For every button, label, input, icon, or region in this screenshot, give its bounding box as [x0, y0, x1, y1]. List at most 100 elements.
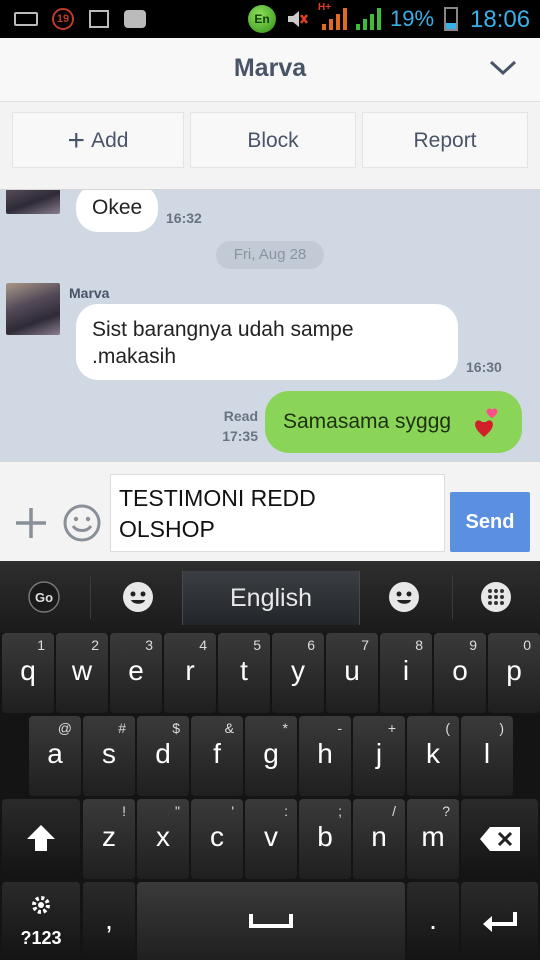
key-label: . — [429, 904, 437, 935]
key-f[interactable]: & f — [191, 716, 243, 796]
key-secondary-label: 7 — [361, 637, 369, 653]
signal-icon — [322, 8, 347, 30]
key-label: o — [452, 655, 468, 686]
key-secondary-label: / — [392, 803, 396, 819]
keyboard-toolbar: Go English — [0, 561, 540, 633]
read-receipt: Read 17:35 — [222, 406, 258, 446]
period-key[interactable]: . — [407, 882, 459, 960]
key-p[interactable]: 0p — [488, 633, 540, 713]
key-j[interactable]: + j — [353, 716, 405, 796]
key-a[interactable]: @ a — [29, 716, 81, 796]
key-g[interactable]: * g — [245, 716, 297, 796]
key-label: c — [210, 821, 224, 852]
send-button[interactable]: Send — [450, 492, 530, 552]
emoji-face-icon[interactable] — [122, 581, 154, 613]
key-s[interactable]: # s — [83, 716, 135, 796]
key-m[interactable]: ? m — [407, 799, 459, 879]
chat-area[interactable]: Okee 16:32 Fri, Aug 28 Marva Sist barang… — [0, 190, 540, 461]
svg-text:Go: Go — [35, 590, 53, 605]
contact-actions: + Add Block Report — [0, 102, 540, 190]
key-l[interactable]: ) l — [461, 716, 513, 796]
shift-key[interactable] — [2, 799, 80, 879]
key-e[interactable]: 3e — [110, 633, 162, 713]
my-message-bubble[interactable]: Samasama syggg — [265, 391, 522, 453]
keyboard-notification-icon — [14, 12, 38, 26]
avatar[interactable] — [6, 283, 60, 335]
key-label: r — [185, 655, 195, 686]
add-label: Add — [91, 129, 129, 152]
gear-icon — [32, 896, 50, 914]
chat-header: Marva — [0, 38, 540, 102]
key-h[interactable]: -h — [299, 716, 351, 796]
key-label: d — [155, 738, 171, 769]
bbm-notification-icon — [124, 10, 146, 28]
go-keyboard-logo-icon[interactable]: Go — [28, 581, 60, 613]
key-secondary-label: 3 — [145, 637, 153, 653]
key-label: t — [240, 655, 248, 686]
symbols-key[interactable]: ?123 — [2, 882, 80, 960]
comma-key[interactable]: , — [83, 882, 135, 960]
block-button[interactable]: Block — [190, 112, 356, 168]
key-q[interactable]: 1q — [2, 633, 54, 713]
language-switch-button[interactable]: English — [182, 571, 360, 625]
key-label: i — [402, 655, 410, 686]
key-c[interactable]: ' c — [191, 799, 243, 879]
attach-plus-icon[interactable] — [14, 506, 48, 540]
key-k[interactable]: (k — [407, 716, 459, 796]
key-t[interactable]: 5t — [218, 633, 270, 713]
key-label: s — [102, 738, 116, 769]
message-bubble[interactable]: Sist barangnya udah sampe .makasih — [76, 304, 458, 380]
soft-keyboard: Go English 1 q 2 w 3 e 4 r 5 t 6 y 7 u 8 i 9 o 0 p @ a # s $ d & f *… — [0, 561, 540, 960]
space-key[interactable] — [137, 882, 405, 960]
emoji-icon[interactable] — [62, 503, 102, 543]
key-secondary-label: ? — [442, 803, 450, 819]
key-label: l — [483, 738, 491, 769]
image-notification-icon — [89, 10, 109, 28]
key-secondary-label: " — [175, 803, 180, 819]
space-bar-icon — [249, 914, 293, 928]
key-secondary-label: 8 — [415, 637, 423, 653]
status-bar: 19 En H+ 19% 18:06 — [0, 0, 540, 38]
key-secondary-label: 2 — [91, 637, 99, 653]
clock: 18:06 — [470, 6, 531, 33]
key-secondary-label: ( — [445, 720, 450, 736]
message-input[interactable]: TESTIMONI REDD OLSHOP — [110, 474, 445, 552]
key-secondary-label: @ — [57, 720, 72, 736]
key-x[interactable]: " x — [137, 799, 189, 879]
signal-icon-2 — [356, 8, 381, 30]
key-v[interactable]: :v — [245, 799, 297, 879]
key-z[interactable]: ! z — [83, 799, 135, 879]
enter-key[interactable] — [461, 882, 538, 960]
key-r[interactable]: 4r — [164, 633, 216, 713]
key-secondary-label: $ — [172, 720, 180, 736]
numpad-grid-icon[interactable] — [480, 581, 512, 613]
key-label: y — [291, 655, 305, 686]
key-i[interactable]: 8i — [380, 633, 432, 713]
message-time: 17:35 — [222, 428, 258, 444]
key-label: x — [156, 821, 170, 852]
key-label: u — [344, 655, 360, 686]
key-label: n — [371, 821, 387, 852]
toolbar-divider — [90, 575, 91, 619]
key-n[interactable]: / n — [353, 799, 405, 879]
chevron-down-icon[interactable] — [488, 58, 518, 78]
key-label: p — [506, 655, 522, 686]
key-label: j — [375, 738, 383, 769]
avatar[interactable] — [6, 190, 60, 214]
message-bubble[interactable]: Okee — [76, 190, 159, 232]
add-button[interactable]: + Add — [12, 112, 184, 168]
key-d[interactable]: $ d — [137, 716, 189, 796]
key-o[interactable]: 9o — [434, 633, 486, 713]
key-secondary-label: ; — [338, 803, 342, 819]
key-label: b — [317, 821, 333, 852]
key-y[interactable]: 6y — [272, 633, 324, 713]
backspace-key[interactable] — [461, 799, 538, 879]
key-label: z — [102, 821, 116, 852]
key-b[interactable]: ; b — [299, 799, 351, 879]
report-button[interactable]: Report — [362, 112, 528, 168]
emoji-face-icon-right[interactable] — [388, 581, 420, 613]
key-secondary-label: & — [224, 720, 234, 736]
key-u[interactable]: 7u — [326, 633, 378, 713]
key-w[interactable]: 2w — [56, 633, 108, 713]
language-indicator-icon: En — [248, 5, 276, 33]
